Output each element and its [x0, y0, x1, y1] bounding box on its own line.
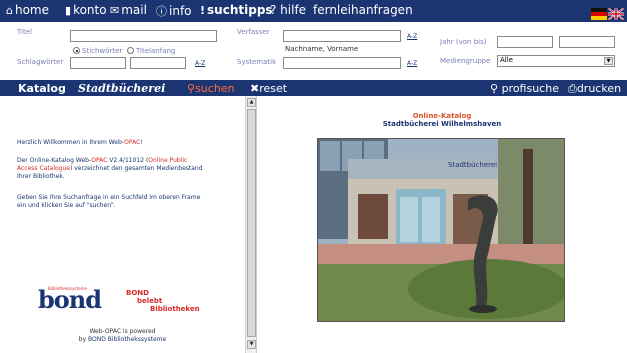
reset-label: reset [259, 82, 288, 95]
instruction-paragraph: Geben Sie Ihre Suchanfrage in ein Suchfe… [17, 194, 200, 210]
drucken-label: drucken [576, 82, 622, 95]
bond-link[interactable]: BOND Bibliothekssysteme [88, 336, 166, 343]
scroll-up-icon[interactable]: ▲ [247, 98, 256, 107]
chevron-down-icon[interactable]: ▼ [604, 57, 613, 65]
german-flag-icon[interactable] [591, 5, 607, 20]
powered-by-prefix: by [78, 336, 89, 343]
bond-logo-wordmark: bond [38, 285, 102, 314]
printer-icon: ⎙ [568, 82, 577, 95]
top-navigation: ⌂ home ▮ konto ✉ mail ⓘ info ! suchtipps ? hi… [0, 0, 627, 22]
p1-a: Der Online-Katalog Web- [17, 157, 92, 164]
verfasser-az-link[interactable]: A-Z [407, 33, 417, 40]
nav-suchtipps-label: suchtipps [207, 3, 273, 17]
bond-slogan-1: BOND [126, 289, 149, 297]
nav-home[interactable]: ⌂ home [6, 3, 49, 17]
systematik-az-link[interactable]: A-Z [407, 60, 417, 67]
nav-info-label: info [169, 4, 192, 18]
p1-olpac: Online Public [148, 157, 188, 164]
drucken-button[interactable]: ⎙drucken [568, 82, 621, 96]
bond-slogan-3: Bibliotheken [150, 305, 200, 313]
instruction-line-2: ein und klicken Sie auf "suchen". [17, 202, 116, 209]
titel-label: Titel [17, 28, 33, 36]
tab-stadtbuecherei[interactable]: Stadtbücherei [78, 82, 165, 95]
language-flags [591, 5, 625, 21]
mediengruppe-value: Alle [500, 56, 513, 64]
welcome-opac: OPAC [124, 139, 141, 146]
search-icon: ⚲ [187, 82, 196, 95]
nav-konto[interactable]: ▮ konto [65, 3, 107, 17]
radio-titelanfang-label: Titelanfang [136, 47, 176, 55]
verfasser-label: Verfasser [237, 28, 270, 36]
description-line-1: Der Online-Katalog Web-OPAC V2.4/11012 (… [17, 157, 203, 165]
schlagwort-az-link[interactable]: A-Z [195, 60, 205, 67]
name-format-hint: Nachname, Vorname [285, 45, 359, 53]
verfasser-input[interactable] [283, 30, 401, 42]
jahr-von-input[interactable] [497, 36, 553, 48]
nav-home-label: home [14, 3, 50, 17]
welcome-pre: Herzlich Willkommen in Ihrem Web- [17, 139, 125, 146]
tab-katalog[interactable]: Katalog [18, 82, 66, 95]
scroll-down-icon[interactable]: ▼ [247, 340, 256, 349]
info-panel-scrollbar[interactable]: ▲ ▼ [245, 96, 257, 353]
bond-logo[interactable]: Bibliothekssysteme bond [38, 286, 102, 312]
description-line-2: Access Catalogue) verzeichnet den gesamt… [17, 165, 203, 173]
search-icon: ⚲ [490, 82, 499, 95]
jahr-label: Jahr (von bis) [440, 38, 487, 46]
info-icon: ⓘ [156, 5, 167, 18]
powered-by-line-2: by BOND Bibliothekssysteme [0, 336, 245, 343]
action-bar: Katalog Stadtbücherei ⚲suchen ✖reset ⚲ p… [0, 80, 627, 96]
radio-stichwoerter[interactable] [73, 47, 80, 54]
mediengruppe-select[interactable]: Alle ▼ [497, 55, 615, 67]
powered-by-line-1: Web-OPAC is powered [89, 328, 156, 335]
profisuche-label: profisuche [501, 82, 559, 95]
library-photo: Stadtbücherei [317, 138, 565, 322]
nav-hilfe[interactable]: ? hilfe [270, 3, 306, 17]
schlagwoerter-label: Schlagwörter [17, 58, 64, 66]
p1-b: V2.4/11012 ( [107, 157, 149, 164]
p1-opac: OPAC [91, 157, 108, 164]
reset-button[interactable]: ✖reset [250, 82, 287, 95]
description-paragraph: Der Online-Katalog Web-OPAC V2.4/11012 (… [17, 157, 203, 181]
nav-mail[interactable]: ✉ mail [110, 3, 147, 17]
nav-konto-label: konto [73, 3, 107, 17]
description-line-3: Ihrer Bibliothek. [17, 173, 65, 180]
content-panel: Online-Katalog Stadtbücherei Wilhelmshav… [257, 96, 627, 353]
nav-info[interactable]: ⓘ info [156, 3, 192, 19]
account-icon: ▮ [65, 4, 72, 17]
titel-input[interactable] [70, 30, 217, 42]
schlagwort-input-1[interactable] [70, 57, 126, 69]
bond-slogan-2: belebt [137, 297, 163, 305]
instruction-line-1: Geben Sie Ihre Suchanfrage in ein Suchfe… [17, 194, 201, 201]
systematik-input[interactable] [283, 57, 401, 69]
photo-sign-text: Stadtbücherei [448, 161, 497, 169]
welcome-post: ! [140, 139, 143, 146]
nav-suchtipps[interactable]: ! suchtipps [200, 3, 273, 17]
scrollbar-thumb[interactable] [247, 109, 256, 337]
profisuche-button[interactable]: ⚲ profisuche [490, 82, 559, 95]
mediengruppe-label: Mediengruppe [440, 57, 491, 65]
suchen-label: suchen [195, 82, 235, 95]
nav-fernleihanfragen[interactable]: fernleihanfragen [313, 3, 413, 17]
schlagwort-input-2[interactable] [130, 57, 186, 69]
suchen-button[interactable]: ⚲suchen [187, 82, 235, 95]
radio-titelanfang[interactable] [127, 47, 134, 54]
exclamation-icon: ! [200, 4, 206, 17]
welcome-text: Herzlich Willkommen in Ihrem Web-OPAC! [17, 139, 143, 147]
systematik-label: Systematik [237, 58, 277, 66]
p1-line2-red: Access Catalogue [17, 165, 70, 172]
search-form: Titel Stichwörter Titelanfang Schlagwört… [0, 22, 627, 80]
jahr-bis-input[interactable] [559, 36, 615, 48]
p1-line2-rest: ) verzeichnet den gesamten Medienbestand [69, 165, 203, 172]
close-icon: ✖ [250, 82, 260, 95]
uk-flag-icon[interactable] [607, 5, 625, 21]
catalog-title: Online-Katalog [412, 112, 472, 120]
home-icon: ⌂ [6, 4, 13, 17]
info-panel: Herzlich Willkommen in Ihrem Web-OPAC! D… [0, 96, 245, 353]
radio-stichwoerter-label: Stichwörter [82, 47, 123, 55]
mail-icon: ✉ [110, 4, 120, 17]
nav-mail-label: mail [121, 3, 147, 17]
library-title: Stadtbücherei Wilhelmshaven [382, 120, 502, 128]
